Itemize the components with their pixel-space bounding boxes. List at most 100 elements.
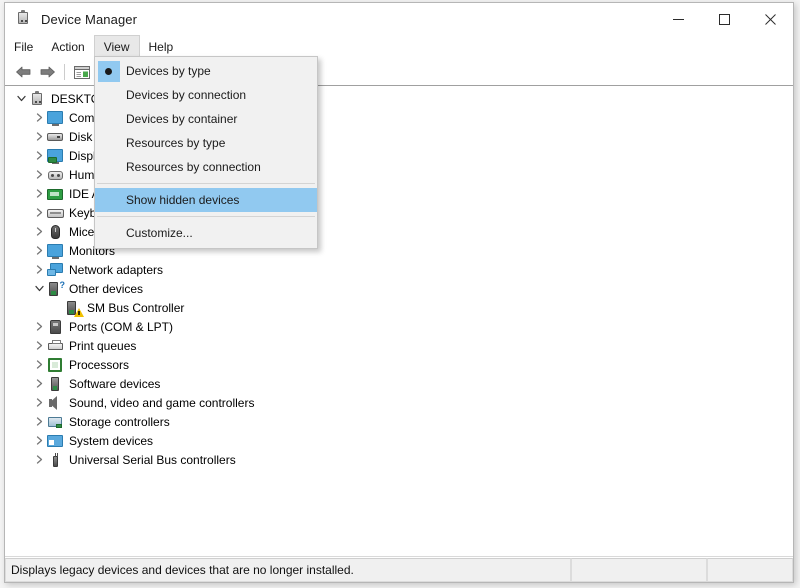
tree-item-label: SM Bus Controller — [87, 300, 185, 315]
tree-row[interactable]: Ports (COM & LPT) — [5, 317, 793, 336]
menu-item-label: Resources by type — [126, 136, 226, 150]
computer-icon — [29, 90, 46, 107]
menu-separator — [97, 216, 315, 217]
display-adapter-icon — [47, 148, 64, 164]
printer-icon — [47, 338, 64, 354]
radio-unchecked-icon — [95, 83, 123, 107]
status-pane-3 — [707, 558, 793, 582]
radio-unchecked-icon — [95, 131, 123, 155]
other-devices-icon: ? — [47, 280, 65, 297]
tree-row[interactable]: Print queues — [5, 336, 793, 355]
chevron-right-icon[interactable] — [31, 417, 47, 426]
system-device-icon — [47, 433, 64, 449]
chevron-right-icon[interactable] — [31, 455, 47, 464]
menu-item-label: Show hidden devices — [126, 193, 240, 207]
device-manager-screenshot: Device Manager File Action View Help DES… — [0, 0, 800, 588]
minimize-button[interactable] — [655, 3, 701, 35]
menu-item-resources-by-connection[interactable]: Resources by connection — [95, 155, 317, 179]
network-adapter-icon — [47, 262, 64, 278]
chevron-right-icon[interactable] — [31, 170, 47, 179]
chevron-right-icon[interactable] — [31, 341, 47, 350]
checkbox-unchecked-icon — [95, 188, 123, 212]
maximize-button[interactable] — [701, 3, 747, 35]
chevron-right-icon[interactable] — [31, 189, 47, 198]
properties-icon[interactable] — [70, 61, 94, 83]
tree-item-label: System devices — [69, 433, 154, 448]
tree-row[interactable]: Software devices — [5, 374, 793, 393]
chevron-right-icon[interactable] — [31, 398, 47, 407]
title-bar: Device Manager — [5, 3, 793, 35]
menu-gutter — [95, 221, 123, 245]
radio-unchecked-icon — [95, 155, 123, 179]
tree-item-label: Print queues — [69, 338, 137, 353]
menu-item-label: Devices by connection — [126, 88, 247, 102]
menu-action[interactable]: Action — [42, 35, 93, 59]
tree-item-label: Sound, video and game controllers — [69, 395, 255, 410]
tree-row[interactable]: Processors — [5, 355, 793, 374]
port-icon — [47, 319, 64, 335]
window-title: Device Manager — [41, 11, 138, 27]
tree-row[interactable]: Storage controllers — [5, 412, 793, 431]
close-button[interactable] — [747, 3, 793, 35]
ide-controller-icon — [47, 186, 64, 202]
tree-item-label: Other devices — [69, 281, 144, 296]
menu-item-label: Devices by container — [126, 112, 238, 126]
view-dropdown-menu: Devices by type Devices by connection De… — [94, 56, 318, 249]
mouse-icon — [47, 224, 64, 240]
menu-item-label: Resources by connection — [126, 160, 261, 174]
chevron-right-icon[interactable] — [31, 113, 47, 122]
chevron-right-icon[interactable] — [31, 208, 47, 217]
menu-item-customize[interactable]: Customize... — [95, 221, 317, 245]
speaker-icon — [47, 395, 64, 411]
radio-checked-icon — [95, 59, 123, 83]
menu-item-devices-by-type[interactable]: Devices by type — [95, 59, 317, 83]
tree-row[interactable]: SM Bus Controller — [5, 298, 793, 317]
tree-item-label: Universal Serial Bus controllers — [69, 452, 236, 467]
chevron-right-icon[interactable] — [31, 227, 47, 236]
menu-item-label: Devices by type — [126, 64, 211, 78]
disk-icon — [47, 129, 64, 145]
tree-item-label: Software devices — [69, 376, 161, 391]
forward-arrow-icon[interactable] — [35, 61, 59, 83]
chevron-right-icon[interactable] — [31, 436, 47, 445]
monitor-icon — [47, 243, 64, 259]
chevron-right-icon[interactable] — [31, 246, 47, 255]
chevron-right-icon[interactable] — [31, 265, 47, 274]
chevron-down-icon[interactable] — [31, 284, 47, 293]
menu-item-devices-by-connection[interactable]: Devices by connection — [95, 83, 317, 107]
toolbar-separator-1 — [64, 64, 65, 80]
chevron-right-icon[interactable] — [31, 379, 47, 388]
device-manager-icon — [15, 10, 33, 28]
warning-device-icon — [65, 300, 84, 317]
keyboard-icon — [47, 205, 64, 221]
processor-icon — [47, 357, 64, 373]
window-controls — [655, 3, 793, 35]
chevron-right-icon[interactable] — [31, 132, 47, 141]
tree-row[interactable]: System devices — [5, 431, 793, 450]
monitor-icon — [47, 110, 64, 126]
menu-file[interactable]: File — [5, 35, 42, 59]
tree-item-label: Storage controllers — [69, 414, 170, 429]
back-arrow-icon[interactable] — [11, 61, 35, 83]
status-message: Displays legacy devices and devices that… — [5, 558, 571, 582]
tree-row[interactable]: ? Other devices — [5, 279, 793, 298]
status-pane-2 — [571, 558, 707, 582]
chevron-right-icon[interactable] — [31, 360, 47, 369]
tree-row[interactable]: Universal Serial Bus controllers — [5, 450, 793, 469]
menu-separator — [97, 183, 315, 184]
tree-row[interactable]: Network adapters — [5, 260, 793, 279]
menu-item-devices-by-container[interactable]: Devices by container — [95, 107, 317, 131]
storage-controller-icon — [47, 414, 64, 430]
chevron-down-icon[interactable] — [13, 94, 29, 103]
radio-unchecked-icon — [95, 107, 123, 131]
tree-row[interactable]: Sound, video and game controllers — [5, 393, 793, 412]
menu-item-resources-by-type[interactable]: Resources by type — [95, 131, 317, 155]
hid-icon — [47, 167, 64, 183]
usb-icon — [47, 452, 64, 468]
software-device-icon — [47, 376, 64, 392]
chevron-right-icon[interactable] — [31, 322, 47, 331]
menu-item-show-hidden-devices[interactable]: Show hidden devices — [95, 188, 317, 212]
tree-item-label: Ports (COM & LPT) — [69, 319, 174, 334]
chevron-right-icon[interactable] — [31, 151, 47, 160]
tree-item-label: Processors — [69, 357, 130, 372]
